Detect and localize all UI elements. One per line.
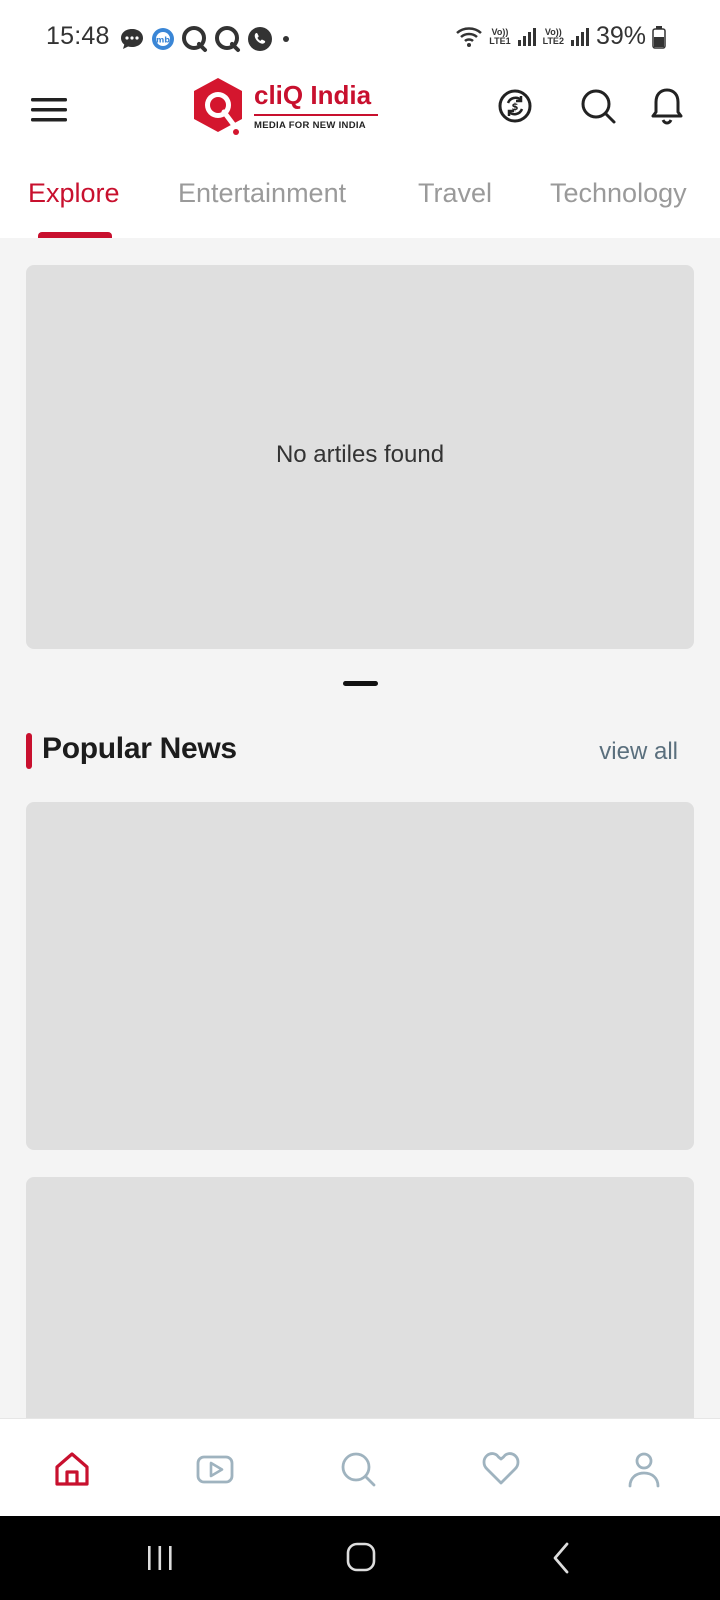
signal-icon — [570, 27, 589, 46]
tab-entertainment[interactable]: Entertainment — [178, 178, 346, 209]
svg-text:mb: mb — [156, 36, 170, 45]
notification-icons: mb — [118, 24, 295, 54]
cliq-logo-icon — [194, 78, 242, 135]
video-icon[interactable] — [195, 1449, 235, 1489]
category-tabs: Explore Entertainment Travel Technology — [0, 172, 720, 238]
messenger-app-icon: mb — [152, 28, 174, 50]
bell-icon[interactable] — [647, 86, 687, 126]
phone-icon — [248, 27, 272, 51]
battery-percent: 39% — [595, 22, 646, 50]
svg-text:$: $ — [512, 102, 519, 113]
recents-icon[interactable] — [140, 1540, 180, 1576]
signal-icon — [517, 27, 536, 46]
network-1: Vo)) LTE1 — [489, 27, 511, 46]
back-icon[interactable] — [543, 1540, 583, 1576]
network-1-label: LTE1 — [489, 35, 511, 46]
menu-icon[interactable] — [30, 90, 70, 130]
chat-bubble-icon — [121, 29, 143, 49]
q-app-icon — [182, 26, 207, 52]
status-time: 15:48 — [46, 22, 110, 50]
logo-divider — [254, 114, 378, 116]
battery-icon — [652, 25, 666, 49]
system-navigation-bar — [0, 1516, 720, 1600]
q-app-icon — [215, 26, 240, 52]
app-header: cliQ India MEDIA FOR NEW INDIA $ — [0, 72, 720, 172]
featured-carousel[interactable]: No artiles found — [26, 265, 694, 649]
search-nav-icon[interactable] — [338, 1449, 378, 1489]
bottom-navigation — [0, 1418, 720, 1516]
home-button-icon[interactable] — [341, 1540, 381, 1576]
view-all-link[interactable]: view all — [599, 738, 678, 766]
status-right: Vo)) LTE1 Vo)) LTE2 39% — [455, 22, 666, 51]
popular-news-title: Popular News — [42, 732, 237, 765]
empty-message: No artiles found — [275, 441, 445, 468]
tab-technology[interactable]: Technology — [550, 178, 687, 209]
search-icon[interactable] — [578, 86, 618, 126]
status-bar: 15:48 mb Vo)) LTE1 Vo)) LTE2 39% — [0, 0, 720, 72]
tab-explore[interactable]: Explore — [28, 178, 120, 209]
app-logo[interactable]: cliQ India MEDIA FOR NEW INDIA — [188, 76, 388, 140]
refresh-coin-icon[interactable]: $ — [495, 86, 535, 126]
heart-icon[interactable] — [481, 1449, 521, 1489]
news-card[interactable] — [26, 802, 694, 1150]
tab-travel[interactable]: Travel — [418, 178, 492, 209]
dot-icon — [283, 36, 289, 42]
logo-title: cliQ India — [254, 80, 372, 110]
network-2: Vo)) LTE2 — [542, 27, 564, 46]
profile-icon[interactable] — [624, 1449, 664, 1489]
network-2-label: LTE2 — [542, 35, 564, 46]
home-icon[interactable] — [52, 1449, 92, 1489]
news-card[interactable] — [26, 1177, 694, 1418]
logo-subtitle: MEDIA FOR NEW INDIA — [254, 120, 366, 131]
carousel-indicator — [343, 681, 378, 686]
main-content: No artiles found Popular News view all — [0, 238, 720, 1418]
section-accent-bar — [26, 733, 32, 769]
wifi-icon — [456, 26, 483, 47]
